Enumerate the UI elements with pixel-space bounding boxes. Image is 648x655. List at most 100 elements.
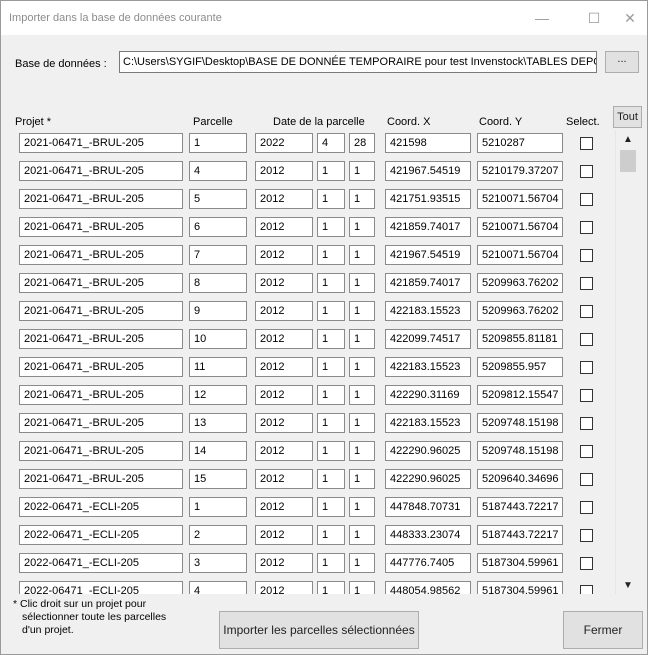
coord-y-cell[interactable]: 5210071.56704 [477,189,563,209]
select-checkbox[interactable] [580,529,593,542]
date-year-cell[interactable]: 2012 [255,329,313,349]
date-year-cell[interactable]: 2022 [255,133,313,153]
coord-x-cell[interactable]: 422183.15523 [385,301,471,321]
coord-y-cell[interactable]: 5210071.56704 [477,217,563,237]
date-day-cell[interactable]: 1 [349,217,375,237]
select-checkbox[interactable] [580,333,593,346]
coord-y-cell[interactable]: 5187304.59961 [477,553,563,573]
project-cell[interactable]: 2021-06471_-BRUL-205 [19,469,183,489]
coord-x-cell[interactable]: 421751.93515 [385,189,471,209]
coord-y-cell[interactable]: 5210287 [477,133,563,153]
coord-x-cell[interactable]: 421598 [385,133,471,153]
parcel-cell[interactable]: 4 [189,161,247,181]
coord-y-cell[interactable]: 5210071.56704 [477,245,563,265]
coord-x-cell[interactable]: 421859.74017 [385,217,471,237]
coord-x-cell[interactable]: 422183.15523 [385,413,471,433]
parcel-cell[interactable]: 11 [189,357,247,377]
project-cell[interactable]: 2021-06471_-BRUL-205 [19,357,183,377]
date-month-cell[interactable]: 1 [317,357,345,377]
date-day-cell[interactable]: 1 [349,357,375,377]
date-year-cell[interactable]: 2012 [255,301,313,321]
project-cell[interactable]: 2021-06471_-BRUL-205 [19,413,183,433]
parcel-cell[interactable]: 1 [189,133,247,153]
project-cell[interactable]: 2021-06471_-BRUL-205 [19,189,183,209]
parcel-cell[interactable]: 5 [189,189,247,209]
date-day-cell[interactable]: 1 [349,525,375,545]
date-day-cell[interactable]: 1 [349,413,375,433]
select-checkbox[interactable] [580,417,593,430]
coord-x-cell[interactable]: 422290.96025 [385,441,471,461]
date-month-cell[interactable]: 1 [317,413,345,433]
date-year-cell[interactable]: 2012 [255,413,313,433]
date-month-cell[interactable]: 1 [317,273,345,293]
coord-x-cell[interactable]: 448054.98562 [385,581,471,594]
coord-x-cell[interactable]: 422290.96025 [385,469,471,489]
date-day-cell[interactable]: 1 [349,189,375,209]
date-month-cell[interactable]: 1 [317,161,345,181]
select-checkbox[interactable] [580,193,593,206]
scroll-up-icon[interactable]: ▲ [616,130,640,148]
coord-x-cell[interactable]: 421967.54519 [385,161,471,181]
project-cell[interactable]: 2021-06471_-BRUL-205 [19,245,183,265]
date-year-cell[interactable]: 2012 [255,217,313,237]
date-month-cell[interactable]: 1 [317,245,345,265]
select-all-button[interactable]: Tout [613,106,642,128]
coord-x-cell[interactable]: 422290.31169 [385,385,471,405]
database-path-field[interactable]: C:\Users\SYGIF\Desktop\BASE DE DONNÉE TE… [119,51,597,73]
date-month-cell[interactable]: 1 [317,217,345,237]
select-checkbox[interactable] [580,165,593,178]
date-year-cell[interactable]: 2012 [255,525,313,545]
scroll-down-icon[interactable]: ▼ [616,576,640,594]
coord-y-cell[interactable]: 5209855.81181 [477,329,563,349]
coord-y-cell[interactable]: 5210179.37207 [477,161,563,181]
select-checkbox[interactable] [580,585,593,594]
date-day-cell[interactable]: 1 [349,245,375,265]
date-month-cell[interactable]: 1 [317,301,345,321]
date-month-cell[interactable]: 4 [317,133,345,153]
coord-y-cell[interactable]: 5209748.15198 [477,441,563,461]
parcel-cell[interactable]: 9 [189,301,247,321]
coord-x-cell[interactable]: 422099.74517 [385,329,471,349]
project-cell[interactable]: 2021-06471_-BRUL-205 [19,161,183,181]
select-checkbox[interactable] [580,361,593,374]
parcel-cell[interactable]: 12 [189,385,247,405]
coord-y-cell[interactable]: 5187304.59961 [477,581,563,594]
date-year-cell[interactable]: 2012 [255,273,313,293]
select-checkbox[interactable] [580,305,593,318]
date-day-cell[interactable]: 1 [349,497,375,517]
project-cell[interactable]: 2021-06471_-BRUL-205 [19,441,183,461]
coord-y-cell[interactable]: 5209855.957 [477,357,563,377]
select-checkbox[interactable] [580,137,593,150]
date-day-cell[interactable]: 1 [349,441,375,461]
date-year-cell[interactable]: 2012 [255,189,313,209]
coord-y-cell[interactable]: 5209963.76202 [477,301,563,321]
date-year-cell[interactable]: 2012 [255,245,313,265]
scroll-thumb[interactable] [620,150,636,172]
close-icon[interactable]: ✕ [613,5,647,31]
date-day-cell[interactable]: 1 [349,553,375,573]
select-checkbox[interactable] [580,473,593,486]
date-year-cell[interactable]: 2012 [255,161,313,181]
date-day-cell[interactable]: 1 [349,581,375,594]
project-cell[interactable]: 2022-06471_-ECLI-205 [19,581,183,594]
date-day-cell[interactable]: 28 [349,133,375,153]
coord-x-cell[interactable]: 447776.7405 [385,553,471,573]
project-cell[interactable]: 2021-06471_-BRUL-205 [19,217,183,237]
parcel-cell[interactable]: 13 [189,413,247,433]
parcel-cell[interactable]: 4 [189,581,247,594]
select-checkbox[interactable] [580,277,593,290]
parcel-cell[interactable]: 1 [189,497,247,517]
date-month-cell[interactable]: 1 [317,329,345,349]
coord-y-cell[interactable]: 5209748.15198 [477,413,563,433]
coord-x-cell[interactable]: 422183.15523 [385,357,471,377]
parcel-cell[interactable]: 10 [189,329,247,349]
date-day-cell[interactable]: 1 [349,469,375,489]
select-checkbox[interactable] [580,389,593,402]
project-cell[interactable]: 2021-06471_-BRUL-205 [19,329,183,349]
parcel-cell[interactable]: 2 [189,525,247,545]
date-year-cell[interactable]: 2012 [255,553,313,573]
project-cell[interactable]: 2021-06471_-BRUL-205 [19,301,183,321]
date-year-cell[interactable]: 2012 [255,581,313,594]
project-cell[interactable]: 2022-06471_-ECLI-205 [19,553,183,573]
select-checkbox[interactable] [580,501,593,514]
